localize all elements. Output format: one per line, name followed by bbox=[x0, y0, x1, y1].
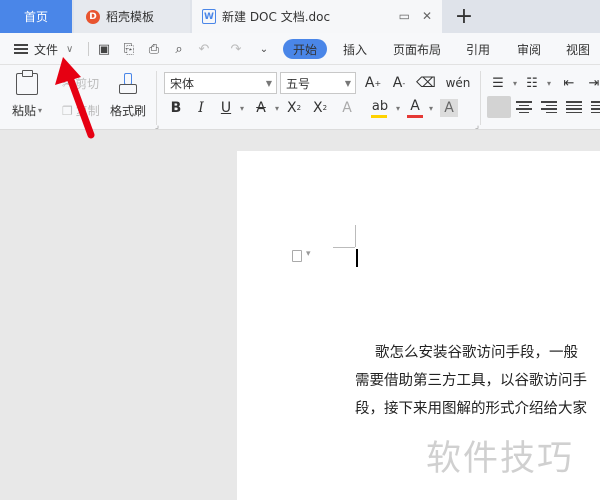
word-doc-icon: W bbox=[202, 9, 216, 24]
tab-view-label: 视图 bbox=[566, 42, 591, 57]
tab-page-layout-label: 页面布局 bbox=[393, 42, 442, 57]
tab-start-label: 开始 bbox=[292, 42, 317, 57]
tab-home[interactable]: 首页 bbox=[0, 0, 72, 33]
italic-icon[interactable]: I bbox=[192, 99, 210, 117]
format-painter-label: 格式刷 bbox=[110, 104, 147, 118]
align-left-active-indicator bbox=[487, 96, 511, 118]
phonetic-guide-icon[interactable]: wén bbox=[446, 74, 471, 92]
tab-insert-label: 插入 bbox=[343, 42, 368, 57]
bullet-list-dropdown-icon[interactable]: ▾ bbox=[506, 74, 524, 92]
distribute-icon[interactable] bbox=[591, 99, 600, 115]
highlight-icon[interactable]: ab bbox=[371, 97, 389, 115]
watermark: 软件技巧 bbox=[426, 439, 575, 479]
customize-toolbar-icon[interactable]: ⌄ bbox=[256, 41, 272, 57]
decrease-font-icon[interactable]: A- bbox=[390, 74, 408, 92]
tab-document-label: 新建 DOC 文档.doc bbox=[222, 10, 331, 24]
chevron-down-icon: ∨ bbox=[66, 43, 74, 55]
tab-template-label: 稻壳模板 bbox=[106, 10, 155, 24]
highlight-color-bar bbox=[371, 115, 387, 118]
paragraph-options-icon[interactable] bbox=[292, 249, 311, 262]
paste-label: 粘贴 bbox=[12, 104, 37, 118]
increase-indent-icon[interactable]: ⇥ bbox=[585, 74, 600, 92]
margin-marker bbox=[355, 225, 356, 247]
tab-review[interactable]: 审阅 bbox=[517, 39, 541, 59]
underline-dropdown-icon[interactable]: ▾ bbox=[233, 99, 251, 117]
tab-insert[interactable]: 插入 bbox=[343, 39, 367, 59]
clear-format-icon[interactable]: ⌫ bbox=[416, 74, 436, 92]
paste-icon[interactable] bbox=[16, 70, 38, 95]
font-size-value: 五号 bbox=[286, 76, 311, 91]
divider bbox=[88, 42, 89, 56]
paragraph-line: 段，接下来用图解的形式介绍给大家 bbox=[355, 401, 587, 417]
tab-start[interactable]: 开始 bbox=[283, 39, 327, 59]
tab-review-label: 审阅 bbox=[517, 42, 542, 57]
tab-template[interactable]: D 稻壳模板 bbox=[74, 0, 190, 33]
font-size-select[interactable]: 五号 ▼ bbox=[280, 72, 356, 94]
justify-icon[interactable] bbox=[566, 99, 582, 115]
output-icon[interactable]: ⎘ bbox=[121, 41, 137, 57]
redo-icon[interactable]: ↷ bbox=[228, 41, 244, 57]
format-painter-button[interactable]: 格式刷 bbox=[110, 102, 146, 119]
tab-bar: 首页 D 稻壳模板 W 新建 DOC 文档.doc ▭ ✕ + bbox=[0, 0, 600, 33]
print-icon[interactable]: ⎙ bbox=[146, 41, 162, 57]
tab-page-layout[interactable]: 页面布局 bbox=[393, 39, 441, 59]
dropdown-arrow-icon: ▼ bbox=[344, 79, 351, 88]
font-color-bar bbox=[407, 115, 423, 118]
undo-icon[interactable]: ↶ bbox=[196, 41, 212, 57]
font-name-value: 宋体 bbox=[170, 76, 195, 91]
divider bbox=[480, 71, 481, 125]
highlight-dropdown-icon[interactable]: ▾ bbox=[389, 99, 407, 117]
pin-window-icon[interactable]: ▭ bbox=[399, 9, 410, 23]
document-paragraph[interactable]: 歌怎么安装谷歌访问手段，一般 需要借助第三方工具，以谷歌访问手 段，接下来用图解… bbox=[355, 339, 600, 423]
docer-logo-icon: D bbox=[86, 9, 100, 24]
paragraph-line: 需要借助第三方工具，以谷歌访问手 bbox=[355, 373, 587, 389]
tab-home-label: 首页 bbox=[23, 10, 48, 24]
print-preview-icon[interactable]: ⌕ bbox=[171, 41, 187, 57]
font-name-select[interactable]: 宋体 ▼ bbox=[164, 72, 277, 94]
close-tab-icon[interactable]: ✕ bbox=[422, 9, 432, 23]
decrease-indent-icon[interactable]: ⇤ bbox=[560, 74, 578, 92]
strikethrough-dropdown-icon[interactable]: ▾ bbox=[268, 99, 286, 117]
paste-dropdown-icon: ▾ bbox=[38, 106, 43, 115]
bullet-list-icon[interactable]: ☰ bbox=[489, 74, 507, 92]
tab-references-label: 引用 bbox=[466, 42, 491, 57]
tab-document[interactable]: W 新建 DOC 文档.doc ▭ ✕ bbox=[192, 0, 442, 33]
character-shading-icon[interactable]: A bbox=[440, 99, 458, 117]
align-center-icon[interactable] bbox=[516, 99, 532, 115]
tab-references[interactable]: 引用 bbox=[466, 39, 490, 59]
align-right-icon[interactable] bbox=[541, 99, 557, 115]
format-painter-icon[interactable] bbox=[118, 73, 138, 97]
subscript-icon[interactable]: X2 bbox=[311, 99, 329, 117]
increase-font-icon[interactable]: A + bbox=[364, 74, 382, 92]
numbered-list-dropdown-icon[interactable]: ▾ bbox=[540, 74, 558, 92]
tab-view[interactable]: 视图 bbox=[566, 39, 590, 59]
text-cursor bbox=[356, 249, 358, 267]
text-effect-icon[interactable]: A bbox=[338, 99, 356, 117]
superscript-icon[interactable]: X2 bbox=[285, 99, 303, 117]
paragraph-line: 歌怎么安装谷歌访问手段，一般 bbox=[375, 345, 578, 361]
paste-button[interactable]: 粘贴 ▾ bbox=[12, 102, 42, 119]
new-tab-button[interactable]: + bbox=[446, 0, 482, 33]
annotation-arrow-icon bbox=[55, 57, 95, 139]
margin-marker bbox=[333, 247, 355, 248]
hamburger-icon bbox=[14, 42, 28, 57]
dropdown-arrow-icon: ▼ bbox=[265, 79, 272, 88]
bold-icon[interactable]: B bbox=[167, 99, 185, 117]
new-tab-label: + bbox=[454, 4, 474, 29]
font-color-dropdown-icon[interactable]: ▾ bbox=[422, 99, 440, 117]
numbered-list-icon[interactable]: ☷ bbox=[523, 74, 541, 92]
